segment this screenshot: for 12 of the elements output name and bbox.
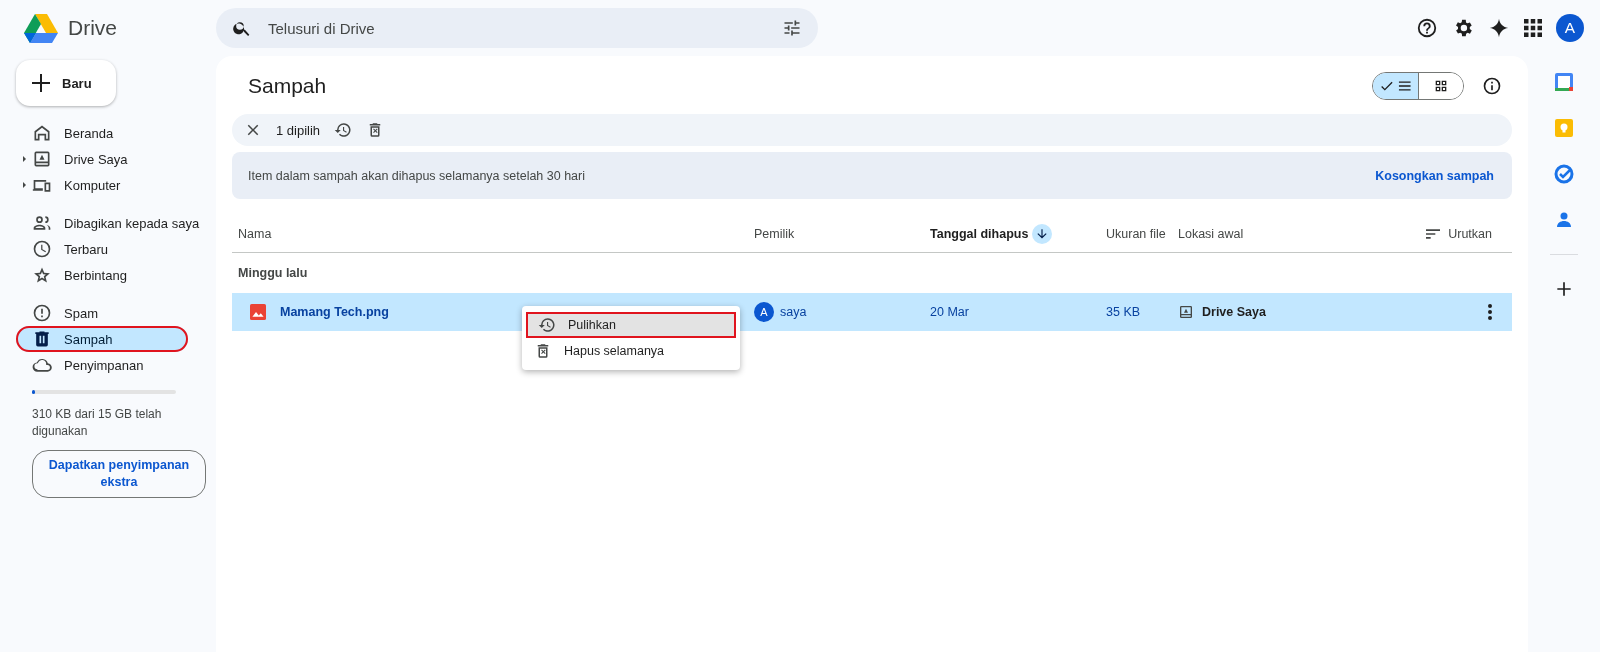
owner-name: saya bbox=[780, 305, 807, 319]
selection-count: 1 dipilih bbox=[276, 122, 321, 138]
page-title: Sampah bbox=[248, 74, 327, 98]
date-cell-text: 20 Mar bbox=[930, 305, 970, 319]
owner-avatar: A bbox=[754, 302, 774, 322]
location-name: Drive Saya bbox=[1202, 305, 1266, 319]
app-name: Drive bbox=[68, 16, 117, 40]
size-cell-text: 35 KB bbox=[1106, 305, 1142, 319]
file-name: Mamang Tech.png bbox=[280, 305, 389, 319]
notice-text: Item dalam sampah akan dihapus selamanya setelah 30 hari bbox=[248, 168, 585, 183]
group-heading: Minggu lalu bbox=[237, 265, 309, 282]
storage-usage-text: 310 KB dari 15 GB telah digunakan bbox=[31, 406, 163, 440]
